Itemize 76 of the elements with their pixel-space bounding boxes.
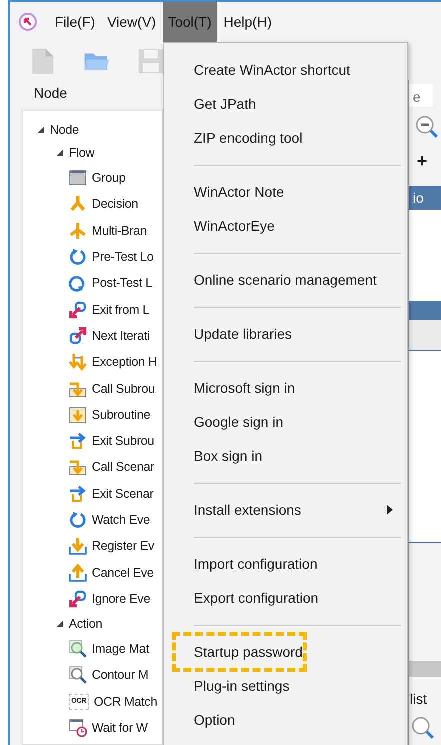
tree-item[interactable]: Exception H bbox=[92, 355, 158, 370]
tree-item[interactable]: Register Ev bbox=[92, 539, 154, 554]
tree-item[interactable]: Multi-Bran bbox=[92, 224, 147, 238]
window-clock-icon bbox=[69, 719, 87, 738]
menu-bar-item[interactable]: File(F) bbox=[50, 2, 100, 42]
tree-item[interactable]: Node bbox=[50, 123, 80, 137]
tree-item[interactable]: Contour M bbox=[92, 668, 149, 682]
loop-arrow-icon bbox=[69, 511, 87, 529]
exit-arrow-icon bbox=[69, 590, 87, 608]
panel-label: list bbox=[409, 690, 428, 710]
menu-item[interactable]: Microsoft sign in bbox=[164, 371, 407, 405]
menu-item[interactable]: Get JPath bbox=[164, 87, 407, 121]
branch-icon bbox=[69, 222, 87, 240]
tree-item[interactable]: Image Mat bbox=[92, 642, 150, 656]
exit-arrow-icon bbox=[69, 300, 87, 319]
menu-item[interactable]: Update libraries bbox=[164, 317, 407, 351]
menu-item[interactable]: Option bbox=[164, 703, 407, 737]
tree-item[interactable]: OCR Match bbox=[94, 694, 158, 709]
menu-item[interactable]: Export configuration bbox=[164, 581, 407, 615]
subroutine-icon bbox=[69, 406, 87, 424]
app-logo-icon[interactable] bbox=[18, 12, 38, 32]
tree-item[interactable]: Exit from L bbox=[92, 302, 150, 317]
menu-item[interactable]: WinActorEye bbox=[164, 209, 407, 243]
tree-item[interactable]: Watch Eve bbox=[92, 513, 150, 527]
exception-icon bbox=[69, 353, 87, 372]
tree-item[interactable]: Cancel Eve bbox=[92, 566, 154, 580]
tab[interactable]: e bbox=[409, 84, 433, 108]
menu-item[interactable]: ZIP encoding tool bbox=[164, 121, 407, 155]
magnifier-icon bbox=[69, 666, 87, 684]
menu-bar-item[interactable]: View(V) bbox=[102, 2, 162, 42]
menu-item[interactable]: Install extensions bbox=[164, 493, 407, 527]
add-button[interactable]: + bbox=[409, 147, 441, 174]
menu-item[interactable]: Import configuration bbox=[164, 547, 407, 581]
tree-item[interactable]: Decision bbox=[92, 197, 138, 212]
tree-item[interactable]: Subroutine bbox=[92, 408, 150, 422]
search-icon[interactable] bbox=[411, 716, 435, 740]
branch-icon bbox=[69, 195, 87, 214]
menu-item[interactable]: Create WinActor shortcut bbox=[164, 53, 407, 87]
tree-item[interactable]: Flow bbox=[69, 146, 95, 160]
scrollbar[interactable] bbox=[409, 661, 441, 678]
expanded-arrow-icon[interactable] bbox=[37, 126, 45, 134]
group-icon bbox=[69, 169, 87, 188]
tree-item[interactable]: Post-Test L bbox=[92, 276, 152, 290]
menu-bar-item[interactable]: Tool(T) bbox=[163, 2, 217, 42]
menu-item[interactable]: WinActor Note bbox=[164, 175, 407, 209]
menu-item[interactable]: Startup password bbox=[172, 632, 307, 672]
menu-item[interactable]: Box sign in bbox=[164, 439, 407, 473]
tree-item[interactable]: Group bbox=[92, 171, 126, 186]
expanded-arrow-icon[interactable] bbox=[56, 149, 64, 157]
menu-item[interactable]: Online scenario management bbox=[164, 263, 407, 297]
tree-item[interactable]: Wait for W bbox=[92, 721, 148, 736]
tree-item[interactable]: Call Scenar bbox=[92, 460, 154, 474]
magnifier-icon bbox=[69, 640, 87, 658]
menu-item[interactable]: Plug-in settings bbox=[164, 669, 407, 703]
header-bar bbox=[409, 300, 441, 320]
tree-item[interactable]: Ignore Eve bbox=[92, 592, 150, 606]
loop-arrow-icon bbox=[69, 248, 87, 266]
tree-item[interactable]: Pre-Test Lo bbox=[92, 250, 154, 264]
exit-icon bbox=[69, 484, 87, 503]
tray-down-icon bbox=[69, 537, 87, 556]
panel-title: Node bbox=[33, 84, 68, 103]
tree-item[interactable]: Next Iterati bbox=[92, 328, 150, 343]
zoom-out-icon[interactable] bbox=[415, 115, 439, 140]
tree-item[interactable]: Exit Scenar bbox=[92, 486, 154, 501]
expanded-arrow-icon[interactable] bbox=[56, 620, 64, 628]
tree-item[interactable]: Action bbox=[69, 617, 103, 632]
exit-icon bbox=[69, 432, 87, 450]
menu-item[interactable]: Google sign in bbox=[164, 405, 407, 439]
tray-up-icon bbox=[69, 564, 87, 582]
call-icon bbox=[69, 458, 87, 476]
list-row[interactable]: io bbox=[409, 186, 441, 210]
next-arrow-icon bbox=[69, 326, 87, 345]
loop-arrow-icon bbox=[69, 274, 87, 292]
menu-bar-item[interactable]: Help(H) bbox=[218, 2, 277, 42]
tree-item[interactable]: Exit Subrou bbox=[92, 434, 154, 448]
tree-item[interactable]: Call Subrou bbox=[92, 382, 156, 396]
